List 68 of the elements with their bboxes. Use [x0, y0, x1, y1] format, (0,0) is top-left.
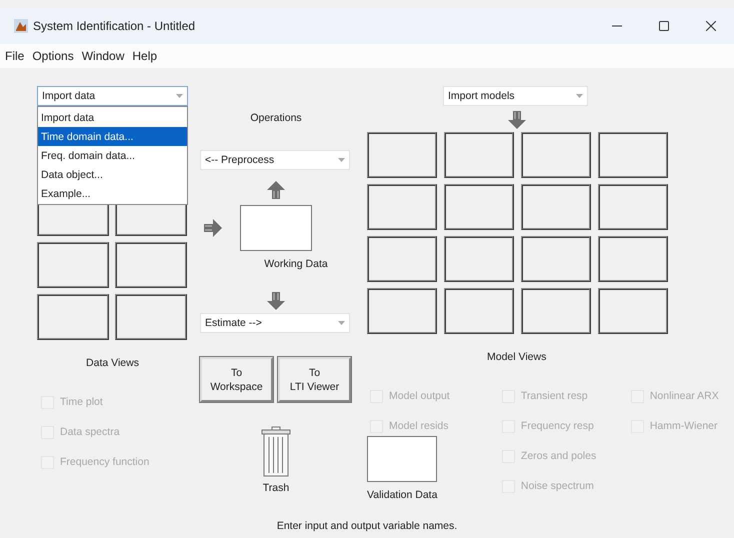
- menu-item[interactable]: Options: [29, 49, 77, 63]
- menu-item[interactable]: File: [2, 49, 28, 63]
- export-button[interactable]: To Workspace: [200, 357, 273, 402]
- arrow-icon: [266, 291, 286, 311]
- model-tile[interactable]: [444, 236, 514, 282]
- estimate-select[interactable]: Estimate -->: [200, 313, 350, 333]
- model-tile[interactable]: [444, 184, 514, 230]
- section-title: Data Views: [86, 356, 139, 370]
- validation-data-box[interactable]: [367, 436, 437, 482]
- dropdown-option[interactable]: Example...: [38, 184, 187, 203]
- model-tile[interactable]: [598, 288, 668, 334]
- checkbox-label: Model output: [389, 390, 450, 402]
- checkbox-label: Time plot: [60, 396, 103, 408]
- dropdown-option[interactable]: Data object...: [38, 165, 187, 184]
- checkbox-label: Model resids: [389, 420, 449, 432]
- model-tile[interactable]: [598, 184, 668, 230]
- caret-icon: [576, 94, 583, 98]
- dropdown-option[interactable]: Time domain data...: [38, 127, 187, 146]
- checkbox-label: Nonlinear ARX: [650, 390, 719, 402]
- menu-item[interactable]: Window: [78, 49, 128, 63]
- data-tile[interactable]: [37, 242, 109, 288]
- model-tile[interactable]: [367, 236, 437, 282]
- menu-item[interactable]: Help: [129, 49, 160, 63]
- model-tile[interactable]: [521, 184, 591, 230]
- data-tile[interactable]: [115, 242, 187, 288]
- import-models-select[interactable]: Import models: [443, 86, 588, 106]
- caret-icon: [338, 320, 345, 326]
- window-title: System Identification - Untitled: [33, 19, 196, 33]
- preprocess-select[interactable]: <-- Preprocess: [200, 150, 350, 170]
- checkbox-label: Frequency function: [60, 456, 150, 468]
- checkbox-label: Data spectra: [60, 426, 120, 438]
- model-tile[interactable]: [444, 288, 514, 334]
- working-data-box[interactable]: [240, 205, 312, 251]
- model-tile[interactable]: [367, 132, 437, 178]
- trash-icon[interactable]: [261, 425, 291, 477]
- model-tile[interactable]: [444, 132, 514, 178]
- section-title: Operations: [250, 111, 302, 125]
- arrow-icon: [266, 180, 286, 200]
- arrow-icon: [203, 218, 223, 238]
- model-tile[interactable]: [521, 288, 591, 334]
- checkbox-label: Noise spectrum: [520, 480, 594, 492]
- box-label: Working Data: [264, 257, 328, 271]
- checkbox-label: Frequency resp: [520, 420, 594, 432]
- arrow-icon: [507, 110, 527, 130]
- dropdown-option[interactable]: Import data: [38, 108, 187, 127]
- data-tile[interactable]: [115, 294, 187, 340]
- caret-icon: [338, 158, 345, 162]
- model-tile[interactable]: [598, 236, 668, 282]
- maximize-icon: [658, 21, 668, 31]
- import-data-select[interactable]: Import data: [37, 86, 188, 106]
- model-tile[interactable]: [367, 288, 437, 334]
- model-tile[interactable]: [598, 132, 668, 178]
- model-tile[interactable]: [367, 184, 437, 230]
- section-title: Model Views: [487, 350, 546, 364]
- close-icon: [706, 21, 716, 31]
- checkbox-label: Hamm-Wiener: [650, 420, 718, 432]
- checkbox-label: Zeros and poles: [520, 450, 596, 462]
- app-icon: [14, 19, 28, 33]
- trash-label: Trash: [262, 481, 290, 495]
- status-text: Enter input and output variable names.: [276, 520, 458, 532]
- caret-icon: [176, 94, 183, 98]
- model-tile[interactable]: [521, 236, 591, 282]
- model-tile[interactable]: [521, 132, 591, 178]
- checkbox-label: Transient resp: [520, 390, 588, 402]
- dropdown-option[interactable]: Freq. domain data...: [38, 146, 187, 165]
- data-tile[interactable]: [37, 294, 109, 340]
- box-label: Validation Data: [367, 488, 438, 502]
- export-button[interactable]: To LTI Viewer: [278, 357, 351, 402]
